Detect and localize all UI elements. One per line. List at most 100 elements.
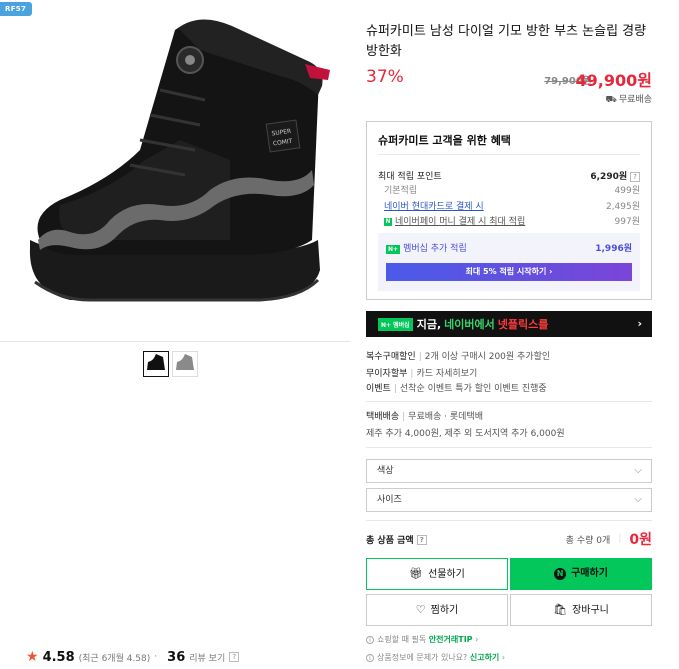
size-select-label: 사이즈 (377, 495, 402, 505)
divider (366, 520, 652, 521)
point-value: 2,495원 (605, 202, 640, 212)
report-note: i 상품정보에 문제가 있나요? 신고하기 › (366, 652, 505, 663)
divider (378, 154, 640, 155)
color-select[interactable]: 색상 ⌵ (366, 459, 652, 483)
banner-text: 넷플릭스를 (497, 318, 549, 331)
boot-image: SUPER COMIT (29, 19, 330, 302)
netflix-banner[interactable]: N+ 멤버십 지금, 네이버에서 넷플릭스를 › (366, 311, 652, 337)
buy-button[interactable]: N 구매하기 (510, 558, 652, 590)
total-right: 총 수량 0개 | 0원 (566, 529, 652, 549)
thumbnail-black[interactable] (143, 351, 169, 377)
thumbnail-strip (143, 351, 198, 377)
delivery-key: 택배배송 (366, 412, 400, 422)
naver-pay-icon: N (554, 568, 567, 580)
divider (366, 401, 652, 402)
point-value: 997원 (614, 217, 640, 227)
membership-box: N+ 멤버십 추가 적립 1,996원 최대 5% 적립 시작하기 › (378, 233, 640, 291)
rating-sub: (최근 6개월 4.58) (78, 653, 151, 664)
info-icon: i (366, 654, 374, 662)
point-row-npay[interactable]: N 네이버페이 머니 결제 시 최대 적립 997원 (378, 214, 640, 227)
safe-trade-note: i 쇼핑할 때 필독 안전거래TIP › (366, 634, 478, 645)
product-main-image[interactable]: RF57 SUPER COMIT (0, 0, 350, 342)
membership-label: 멤버십 추가 적립 (403, 244, 467, 254)
heart-icon: ♡ (415, 603, 426, 616)
divider (366, 447, 652, 448)
review-count[interactable]: 36 (167, 650, 185, 665)
benefit-box: 슈퍼카미트 고객을 위한 혜택 최대 적립 포인트 6,290원 ? 기본적립 … (366, 121, 652, 300)
product-gallery: RF57 SUPER COMIT ★ 4.58 (최근 6개월 4.58) · … (0, 0, 350, 669)
chevron-down-icon: ⌵ (634, 494, 642, 505)
note-text: 상품정보에 문제가 있나요? (377, 653, 468, 662)
max-points-value: 6,290원 (590, 172, 628, 182)
info-installment: 무이자할부 | 카드 자세히보기 (366, 369, 478, 379)
product-title: 슈퍼카미트 남성 다이얼 기모 방한 부츠 논슬립 경량 방한화 (366, 24, 647, 59)
info-key: 무이자할부 (366, 369, 408, 379)
delivery-value: 무료배송 · 롯데택배 (408, 412, 483, 422)
size-select[interactable]: 사이즈 ⌵ (366, 488, 652, 512)
total-qty: 총 수량 0개 (565, 535, 611, 546)
point-label[interactable]: 네이버 현대카드로 결제 시 (378, 199, 484, 212)
note-text: 쇼핑할 때 필독 (377, 635, 427, 644)
cart-icon: 🛍︎ (553, 603, 568, 616)
info-key: 이벤트 (366, 384, 391, 394)
info-event: 이벤트 | 선착순 이벤트 특가 할인 이벤트 진행중 (366, 384, 547, 394)
total-amount: 0원 (629, 532, 652, 548)
help-icon[interactable]: ? (229, 652, 240, 662)
sale-price: 49,900원 (575, 71, 652, 90)
point-row-card[interactable]: 네이버 현대카드로 결제 시 2,495원 (378, 199, 640, 212)
discount-rate: 37% (366, 67, 404, 87)
rating-dot: · (154, 652, 158, 662)
card-detail-link[interactable]: 카드 자세히보기 (416, 369, 477, 379)
info-multi-discount: 복수구매할인 | 2개 이상 구매시 200원 추가할인 (366, 352, 551, 362)
buy-button-label: 구매하기 (571, 568, 608, 579)
shipping-info: ⛟ 무료배송 (606, 92, 652, 106)
cart-button-label: 장바구니 (572, 605, 609, 616)
delivery-info: 택배배송 | 무료배송 · 롯데택배 (366, 412, 483, 422)
npay-icon: N (384, 217, 392, 226)
product-tag: RF57 (0, 2, 33, 16)
point-label[interactable]: 네이버페이 머니 결제 시 최대 적립 (395, 217, 525, 227)
rating-score: 4.58 (42, 649, 75, 665)
chevron-right-icon: › (637, 317, 642, 330)
info-key: 복수구매할인 (366, 352, 416, 362)
report-link[interactable]: 신고하기 (470, 653, 499, 662)
info-value: 2개 이상 구매시 200원 추가할인 (424, 352, 551, 362)
gift-button-label: 선물하기 (428, 569, 465, 580)
safe-trade-link[interactable]: 안전거래TIP (429, 635, 473, 644)
rating-summary: ★ 4.58 (최근 6개월 4.58) · 36 리뷰 보기 ? (26, 649, 240, 665)
membership-label-wrap: N+ 멤버십 추가 적립 (386, 241, 467, 254)
delivery-extra: 제주 추가 4,000원, 제주 외 도서지역 추가 6,000원 (366, 426, 565, 439)
point-label-wrap: N 네이버페이 머니 결제 시 최대 적립 (378, 214, 525, 227)
point-row-basic: 기본적립 499원 (378, 183, 640, 196)
max-points-value-wrap: 6,290원 ? (590, 169, 640, 182)
point-label: 기본적립 (384, 186, 418, 196)
wish-button[interactable]: ♡ 찜하기 (366, 594, 508, 626)
color-select-label: 색상 (377, 466, 394, 476)
max-points-row: 최대 적립 포인트 6,290원 ? (378, 169, 640, 182)
banner-text: 네이버에서 (444, 318, 495, 331)
membership-start-button[interactable]: 최대 5% 적립 시작하기 › (386, 263, 632, 281)
total-label-wrap: 총 상품 금액 ? (366, 533, 427, 546)
gift-button[interactable]: 🎁︎ 선물하기 (366, 558, 508, 590)
max-points-label: 최대 적립 포인트 (378, 172, 442, 182)
help-icon[interactable]: ? (630, 171, 640, 182)
total-row: 총 상품 금액 ? 총 수량 0개 | 0원 (366, 529, 652, 549)
chevron-down-icon: ⌵ (634, 465, 642, 476)
membership-row: N+ 멤버십 추가 적립 1,996원 (386, 241, 632, 254)
banner-text: 지금, (416, 318, 442, 331)
star-icon: ★ (26, 649, 39, 665)
cart-button[interactable]: 🛍︎ 장바구니 (510, 594, 652, 626)
thumbnail-grey[interactable] (172, 351, 198, 377)
benefit-title: 슈퍼카미트 고객을 위한 혜택 (378, 134, 511, 147)
membership-value: 1,996원 (595, 244, 632, 254)
info-icon: i (366, 636, 374, 644)
shipping-label: 무료배송 (618, 95, 652, 105)
truck-icon: ⛟ (605, 95, 617, 105)
nplus-icon: N+ (386, 245, 401, 254)
membership-button-label: 최대 5% 적립 시작하기 (465, 267, 547, 276)
help-icon[interactable]: ? (416, 535, 427, 545)
gift-icon: 🎁︎ (409, 567, 424, 580)
total-label: 총 상품 금액 (366, 535, 414, 546)
point-value: 499원 (614, 186, 640, 196)
review-link[interactable]: 리뷰 보기 (189, 651, 225, 664)
